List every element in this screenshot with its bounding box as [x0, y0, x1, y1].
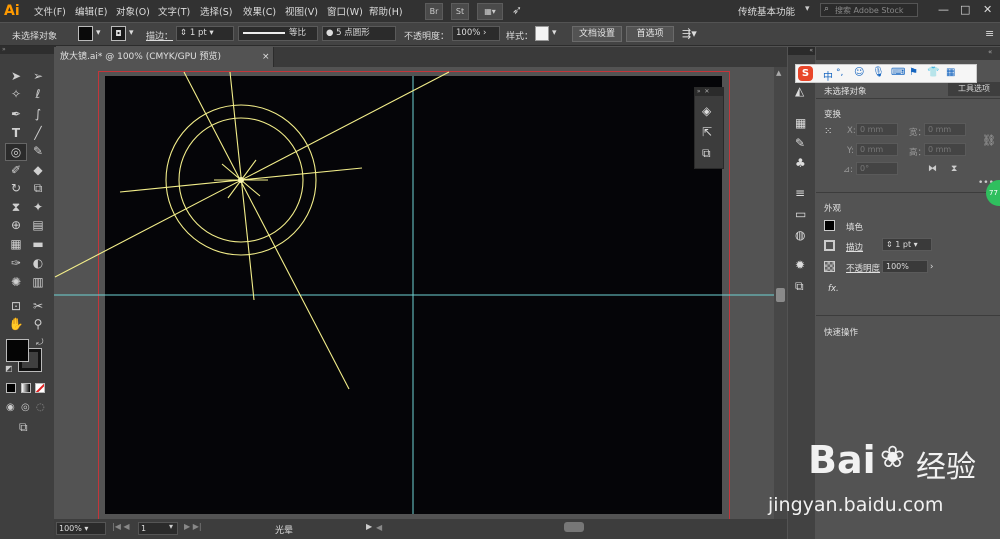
appearance-title: 外观	[824, 204, 842, 214]
flare-ray	[183, 71, 350, 390]
ime-toolbar: S 中 °, ☺ 🎙 ⌨ ⚑ 👕 ▦	[795, 64, 977, 83]
lens-flare[interactable]	[54, 71, 450, 390]
status-bar: 100% ▾ |◀ ◀ 1 ▾ ▶ ▶| 光晕 ▶ ◀	[54, 519, 787, 539]
scroll-up-icon[interactable]: ▲	[776, 69, 781, 77]
vertical-scroll-thumb[interactable]	[776, 288, 785, 302]
stroke-panel-icon[interactable]: ≡	[795, 186, 805, 200]
x-label: X:	[847, 126, 856, 136]
stroke-weight-value: 1 pt	[895, 240, 912, 249]
properties-header: «	[816, 47, 1000, 61]
stroke-label[interactable]: 描边	[846, 241, 863, 253]
swatches-icon[interactable]: ▦	[795, 116, 806, 130]
ime-mode-chinese[interactable]: 中	[823, 68, 833, 83]
y-field[interactable]: 0 mm	[856, 143, 898, 156]
opacity-label[interactable]: 不透明度	[846, 262, 880, 274]
link-proportions-icon[interactable]: ⛓	[982, 134, 996, 147]
fx-icon[interactable]: fx.	[828, 284, 839, 294]
status-menu-icon[interactable]: ▶	[366, 522, 372, 531]
transform-title: 变换	[824, 110, 842, 120]
next-artboard-icon[interactable]: ▶ ▶|	[184, 522, 202, 531]
artboard-dropdown-icon[interactable]: ▾	[169, 522, 173, 531]
toolbox-icon[interactable]: ▦	[946, 67, 955, 78]
no-selection-label: 未选择对象	[824, 87, 867, 97]
emoji-icon[interactable]: ☺	[854, 67, 864, 78]
opacity-swatch	[824, 261, 835, 272]
divider	[816, 192, 1000, 193]
stroke-weight-field[interactable]: ⇕ 1 pt ▾	[882, 238, 932, 251]
keyboard-icon[interactable]: ⌨	[891, 67, 905, 78]
artboard-number: 1	[141, 524, 147, 533]
watermark-paw-icon: ❀	[880, 440, 906, 475]
floating-panel-group: » ✕ ◈ ⇱ ⧉	[694, 87, 724, 169]
brushes-icon[interactable]: ✎	[795, 136, 805, 150]
stroke-swatch[interactable]	[824, 240, 835, 251]
appearance-icon[interactable]: ✹	[795, 258, 805, 272]
width-field[interactable]: 0 mm	[924, 123, 966, 136]
artboards-icon[interactable]: ⧉	[702, 146, 711, 161]
fill-swatch[interactable]	[824, 220, 835, 231]
tool-options-tab[interactable]: 工具选项	[948, 82, 1000, 96]
baidu-watermark: Bai ❀ 经验 jingyan.baidu.com	[760, 426, 1000, 526]
current-tool-status: 光晕	[275, 526, 294, 536]
layers-icon[interactable]: ◈	[702, 104, 711, 118]
reference-point-icon[interactable]: ⁙	[824, 126, 832, 137]
divider	[816, 315, 1000, 316]
transparency-icon[interactable]: ◍	[795, 228, 805, 242]
zoom-field[interactable]: 100% ▾	[56, 522, 106, 535]
skin-icon[interactable]: 👕	[927, 67, 939, 78]
floating-panel-header[interactable]: » ✕	[695, 88, 723, 96]
properties-collapse-icon[interactable]: «	[988, 48, 992, 56]
flare-center	[238, 177, 244, 183]
watermark-text-2: 经验	[916, 450, 976, 485]
graphic-styles-icon[interactable]: ⧉	[795, 279, 804, 294]
color-guide-icon[interactable]: ◭	[795, 84, 804, 98]
gradient-panel-icon[interactable]: ▭	[795, 207, 806, 221]
tools-icon[interactable]: ⚑	[909, 67, 918, 78]
first-artboard-icon[interactable]: |◀ ◀	[112, 522, 130, 531]
angle-label: ⊿:	[843, 165, 853, 175]
divider	[816, 98, 1000, 99]
height-field[interactable]: 0 mm	[924, 143, 966, 156]
x-field[interactable]: 0 mm	[856, 123, 898, 136]
zoom-value: 100%	[59, 524, 82, 533]
ime-punctuation[interactable]: °,	[836, 68, 843, 78]
horizontal-scroll-thumb[interactable]	[564, 522, 584, 532]
opacity-field[interactable]: 100%	[882, 260, 928, 273]
fill-label: 填色	[846, 223, 864, 233]
scroll-left-icon[interactable]: ◀	[376, 523, 382, 532]
side-float-widget[interactable]: 77	[986, 180, 1000, 206]
opacity-more-icon[interactable]: ›	[930, 262, 933, 272]
symbols-icon[interactable]: ♣	[795, 156, 806, 170]
watermark-url: jingyan.baidu.com	[768, 494, 944, 516]
watermark-text: Bai	[808, 438, 876, 482]
flip-vertical-icon[interactable]: ⧗	[951, 164, 957, 174]
quick-actions-title: 快速操作	[824, 328, 859, 338]
dock-collapse-icon[interactable]: «	[788, 47, 815, 55]
y-label: Y:	[847, 146, 854, 156]
flare-ray	[54, 71, 450, 278]
flare-ray	[229, 71, 255, 301]
export-icon[interactable]: ⇱	[702, 125, 712, 139]
voice-icon[interactable]: 🎙	[872, 67, 885, 78]
angle-field[interactable]: 0°	[856, 162, 898, 175]
flip-horizontal-icon[interactable]: ⧓	[928, 164, 937, 174]
sogou-logo-icon[interactable]: S	[798, 66, 813, 81]
